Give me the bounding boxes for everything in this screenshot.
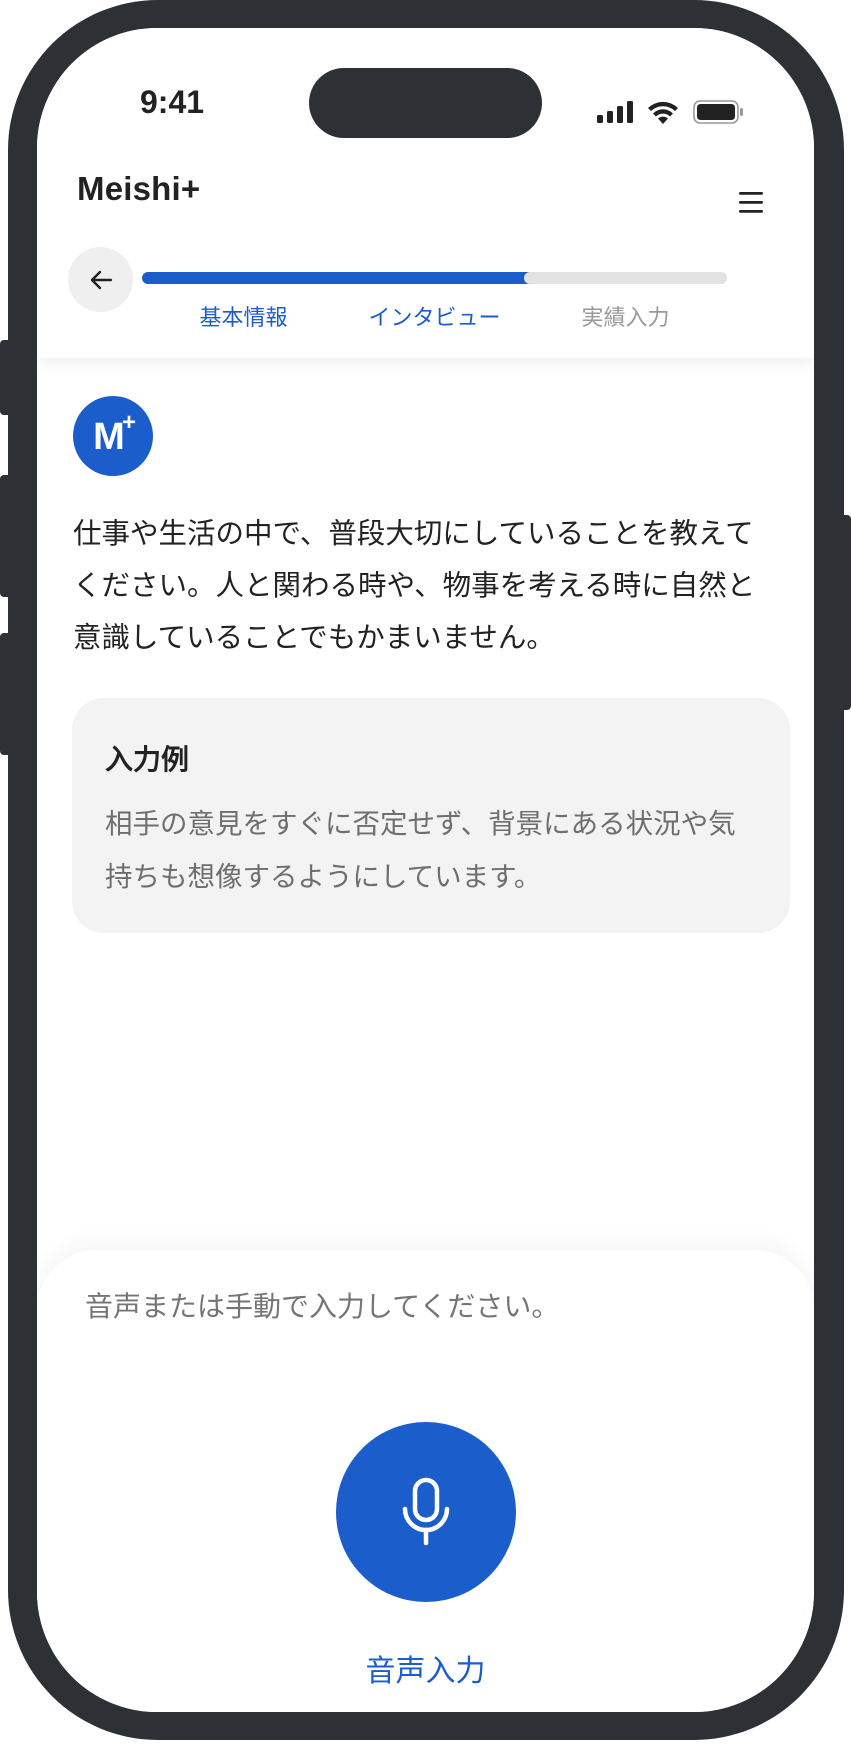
question-text: 仕事や生活の中で、普段大切にしていることを教えてください。人と関わる時や、物事を… bbox=[73, 517, 756, 654]
example-text: 相手の意見をすぐに否定せず、背景にある状況や気持ちも想像するようにしています。 bbox=[105, 808, 736, 893]
step-label: インタビュー bbox=[368, 306, 501, 331]
power-button bbox=[839, 515, 851, 710]
wifi-icon bbox=[648, 101, 678, 124]
status-icons bbox=[597, 100, 743, 124]
silent-switch bbox=[0, 340, 12, 415]
status-time: 9:41 bbox=[140, 84, 205, 120]
step-basic-info[interactable]: 基本情報 bbox=[142, 272, 345, 332]
input-panel: 音声入力 bbox=[37, 1250, 814, 1712]
battery-icon bbox=[693, 100, 743, 124]
signal-icon bbox=[597, 101, 633, 123]
example-card: 入力例 相手の意見をすぐに否定せず、背景にある状況や気持ちも想像するようにしてい… bbox=[72, 698, 790, 933]
arrow-left-icon bbox=[90, 270, 112, 289]
volume-down-button bbox=[0, 633, 12, 755]
step-label: 実績入力 bbox=[581, 306, 670, 331]
screen: 9:41 Meishi+ 基本情報 インタビュー 実績入力 M + 仕事や生活の… bbox=[37, 28, 814, 1712]
avatar-letter: M bbox=[93, 416, 125, 458]
back-button[interactable] bbox=[68, 247, 133, 312]
dynamic-island bbox=[309, 68, 542, 138]
microphone-icon bbox=[402, 1477, 450, 1546]
step-label: 基本情報 bbox=[199, 306, 288, 331]
avatar: M + bbox=[73, 396, 153, 476]
voice-input-button[interactable] bbox=[336, 1422, 516, 1602]
step-achievements[interactable]: 実績入力 bbox=[524, 272, 727, 332]
app-logo[interactable]: Meishi+ bbox=[77, 170, 200, 208]
step-interview[interactable]: インタビュー bbox=[333, 272, 536, 332]
step-bar bbox=[333, 272, 536, 284]
avatar-badge: + bbox=[122, 409, 136, 436]
volume-up-button bbox=[0, 475, 12, 597]
answer-input[interactable] bbox=[85, 1290, 765, 1323]
step-bar bbox=[142, 272, 345, 284]
example-title: 入力例 bbox=[105, 743, 190, 776]
hamburger-menu-icon[interactable] bbox=[737, 190, 767, 216]
voice-input-label[interactable]: 音声入力 bbox=[37, 1646, 814, 1690]
app-header: 9:41 Meishi+ 基本情報 インタビュー 実績入力 bbox=[37, 28, 814, 358]
step-bar bbox=[524, 272, 727, 284]
